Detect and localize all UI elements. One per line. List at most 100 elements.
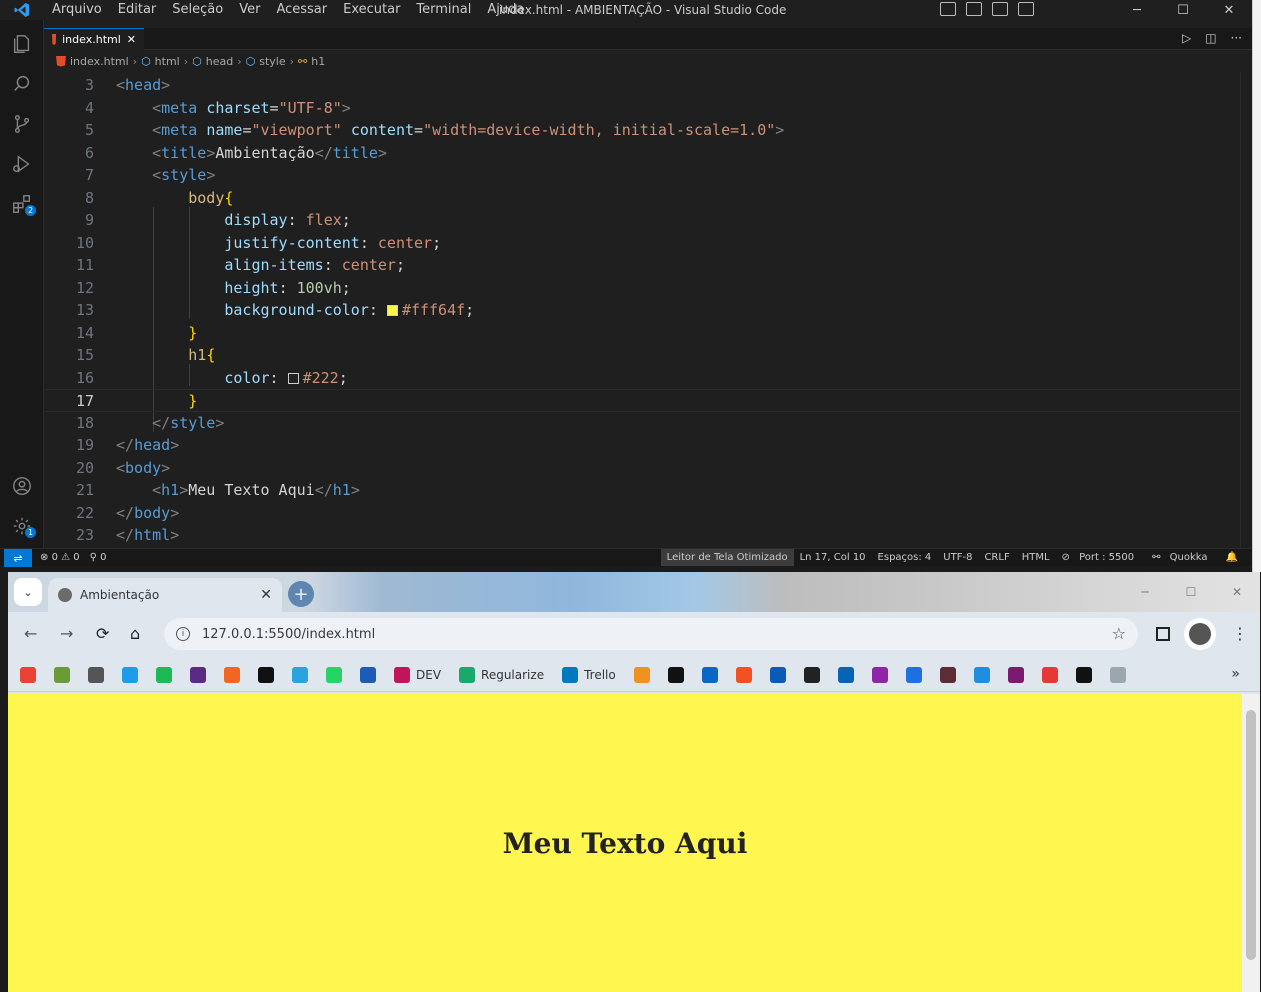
menu-item[interactable]: Terminal [408, 0, 479, 20]
tab-index-html[interactable]: index.html ✕ [44, 28, 144, 50]
bookmark-item[interactable] [156, 666, 172, 683]
menu-item[interactable]: Executar [335, 0, 408, 20]
menu-item[interactable]: Acessar [268, 0, 335, 20]
home-icon[interactable]: ⌂ [130, 624, 140, 643]
code-line[interactable]: 10 justify-content: center; [44, 232, 1240, 255]
maximize-button[interactable]: ☐ [1160, 0, 1206, 20]
bookmark-item[interactable] [292, 666, 308, 683]
bookmark-item[interactable] [667, 666, 684, 683]
remote-indicator-icon[interactable]: ⇌ [4, 549, 32, 567]
code-line[interactable]: 18 </style> [44, 412, 1240, 435]
bookmark-item[interactable] [633, 666, 650, 683]
code-line[interactable]: 3 <head> [44, 74, 1240, 97]
bookmark-item[interactable] [871, 666, 888, 683]
toggle-primary-sidebar-icon[interactable] [940, 2, 956, 16]
side-panel-icon[interactable] [1156, 627, 1170, 641]
browser-tab[interactable]: Ambientação ✕ [48, 578, 282, 612]
bookmark-item[interactable] [803, 666, 820, 683]
minimize-button[interactable]: ─ [1114, 0, 1160, 20]
address-bar[interactable]: i 127.0.0.1:5500/index.html ☆ [164, 618, 1138, 650]
extensions-icon[interactable]: 2 [0, 184, 44, 224]
run-debug-icon[interactable] [0, 144, 44, 184]
chrome-close-button[interactable]: ✕ [1214, 572, 1260, 612]
bookmark-item[interactable] [326, 666, 342, 683]
bookmark-item[interactable] [1041, 666, 1058, 683]
code-line[interactable]: 6 <title>Ambientação</title> [44, 142, 1240, 165]
code-editor[interactable]: 3 <head> 4 <meta charset="UTF-8"> 5 <meta n… [44, 72, 1252, 548]
toggle-panel-icon[interactable] [966, 2, 982, 16]
code-line[interactable]: 21 <h1>Meu Texto Aqui</h1> [44, 479, 1240, 502]
code-line[interactable]: 15 h1{ [44, 344, 1240, 367]
source-control-icon[interactable] [0, 104, 44, 144]
toggle-secondary-sidebar-icon[interactable] [992, 2, 1008, 16]
encoding-status[interactable]: UTF-8 [937, 549, 978, 566]
breadcrumb-item[interactable]: head [206, 55, 233, 68]
bookmark-item[interactable] [88, 666, 104, 683]
code-line[interactable]: 13 background-color: #fff64f; [44, 299, 1240, 322]
new-tab-button[interactable]: + [288, 581, 314, 607]
code-line[interactable]: 14 } [44, 322, 1240, 345]
language-mode[interactable]: HTML [1016, 549, 1056, 566]
search-icon[interactable] [0, 64, 44, 104]
ports-indicator[interactable]: ⚲ 0 [90, 549, 107, 566]
bookmark-item[interactable] [939, 666, 956, 683]
chrome-maximize-button[interactable]: ☐ [1168, 572, 1214, 612]
code-line[interactable]: 20 <body> [44, 457, 1240, 480]
reload-icon[interactable]: ⟳ [96, 624, 109, 643]
close-tab-icon[interactable]: ✕ [260, 587, 272, 603]
menu-item[interactable]: Ver [231, 0, 268, 20]
code-line[interactable]: 22 </body> [44, 502, 1240, 525]
bookmark-item[interactable] [1109, 666, 1126, 683]
close-button[interactable]: ✕ [1206, 0, 1252, 20]
bookmark-item[interactable] [122, 666, 138, 683]
code-line[interactable]: 16 color: #222; [44, 367, 1240, 390]
breadcrumb-item[interactable]: style [259, 55, 285, 68]
breadcrumb-item[interactable]: h1 [311, 55, 325, 68]
code-line[interactable]: 11 align-items: center; [44, 254, 1240, 277]
editor-scrollbar[interactable] [1240, 72, 1252, 548]
eol-status[interactable]: CRLF [978, 549, 1015, 566]
breadcrumb-item[interactable]: index.html [70, 55, 129, 68]
split-editor-icon[interactable]: ◫ [1205, 31, 1216, 45]
problems-indicator[interactable]: ⊗ 0 ⚠ 0 [40, 549, 80, 566]
bookmark-item[interactable]: Regularize [459, 666, 544, 683]
more-bookmarks-icon[interactable]: » [1231, 666, 1240, 682]
bookmark-item[interactable] [769, 666, 786, 683]
settings-gear-icon[interactable]: 1 [0, 506, 44, 546]
code-line[interactable]: 4 <meta charset="UTF-8"> [44, 97, 1240, 120]
bookmark-item[interactable] [360, 666, 376, 683]
screen-reader-status[interactable]: Leitor de Tela Otimizado [660, 549, 794, 566]
bookmark-item[interactable] [1075, 666, 1092, 683]
bookmark-item[interactable] [258, 666, 274, 683]
code-line[interactable]: 23 </html> [44, 524, 1240, 547]
bookmark-item[interactable] [837, 666, 854, 683]
profile-avatar[interactable] [1184, 618, 1216, 650]
more-actions-icon[interactable]: ··· [1231, 31, 1242, 45]
tab-search-icon[interactable]: ⌄ [14, 578, 42, 606]
run-file-icon[interactable]: ▷ [1182, 31, 1191, 45]
bookmark-item[interactable]: Trello [562, 666, 616, 683]
page-scrollbar[interactable] [1242, 694, 1260, 992]
code-line[interactable]: 17 } [44, 389, 1240, 412]
breadcrumb-item[interactable]: html [155, 55, 180, 68]
bookmark-item[interactable] [190, 666, 206, 683]
site-info-icon[interactable]: i [176, 627, 190, 641]
menu-item[interactable]: Seleção [164, 0, 231, 20]
code-line[interactable]: 7 <style> [44, 164, 1240, 187]
bookmark-item[interactable] [905, 666, 922, 683]
bookmark-item[interactable] [224, 666, 240, 683]
code-line[interactable]: 9 display: flex; [44, 209, 1240, 232]
chrome-menu-icon[interactable]: ⋮ [1232, 624, 1248, 643]
code-line[interactable]: 8 body{ [44, 187, 1240, 210]
customize-layout-icon[interactable] [1018, 2, 1034, 16]
quokka-status[interactable]: ⚯ Quokka [1146, 549, 1219, 566]
tab-close-icon[interactable]: ✕ [127, 33, 136, 46]
live-server-port[interactable]: ⊘ Port : 5500 [1056, 549, 1147, 566]
cursor-position[interactable]: Ln 17, Col 10 [794, 549, 872, 566]
bookmark-item[interactable]: DEV [394, 666, 441, 683]
notifications-icon[interactable]: 🔔 [1220, 549, 1244, 566]
bookmark-item[interactable] [1007, 666, 1024, 683]
bookmark-star-icon[interactable]: ☆ [1112, 624, 1126, 643]
forward-icon[interactable]: → [60, 624, 73, 643]
indentation-status[interactable]: Espaços: 4 [872, 549, 938, 566]
